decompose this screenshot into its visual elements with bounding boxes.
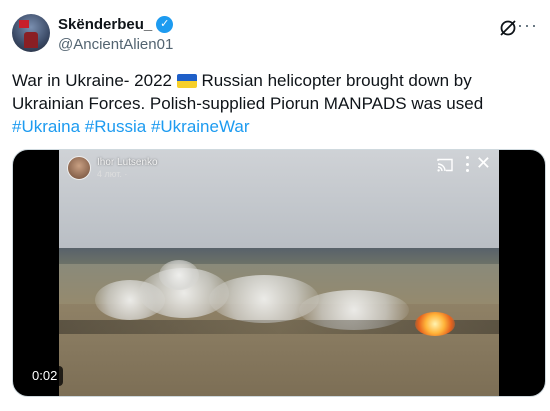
hashtag-russia[interactable]: #Russia [85, 117, 146, 136]
grok-icon[interactable] [498, 18, 518, 38]
ukraine-flag-icon [176, 74, 197, 88]
tweet-text-part-1: War in Ukraine- 2022 [12, 71, 177, 90]
avatar-flag [19, 20, 29, 28]
video-frame[interactable]: Ihor Lutsenko 4 лют. · ✕ [59, 150, 499, 396]
hashtag-ukrainewar[interactable]: #UkraineWar [151, 117, 250, 136]
channel-name[interactable]: Ihor Lutsenko [97, 157, 158, 169]
channel-text: Ihor Lutsenko 4 лют. · [97, 157, 158, 180]
tweet-header: Skënderbeu_ ✓ @AncientAlien01 ··· [12, 12, 538, 60]
explosion-fireball [415, 312, 455, 336]
video-duration-badge: 0:02 [26, 366, 64, 386]
channel-subtitle: 4 лют. · [97, 168, 128, 179]
avatar-figure [24, 32, 38, 48]
video-player[interactable]: Ihor Lutsenko 4 лют. · ✕ 0:02 [12, 149, 546, 397]
channel-avatar[interactable] [67, 156, 91, 180]
author-display-name-row[interactable]: Skënderbeu_ ✓ [58, 15, 174, 34]
more-options-icon[interactable]: ··· [517, 16, 538, 34]
hashtag-ukraina[interactable]: #Ukraina [12, 117, 80, 136]
author-handle[interactable]: @AncientAlien01 [58, 35, 173, 55]
close-icon[interactable]: ✕ [476, 154, 491, 172]
tweet-text: War in Ukraine- 2022 Russian helicopter … [12, 69, 538, 138]
author-avatar[interactable] [12, 14, 50, 52]
author-names: Skënderbeu_ ✓ @AncientAlien01 [58, 15, 173, 55]
video-channel-info[interactable]: Ihor Lutsenko 4 лют. · [67, 156, 158, 180]
author-display-name[interactable]: Skënderbeu_ [58, 15, 152, 34]
cast-icon[interactable] [437, 158, 453, 172]
video-menu-icon[interactable] [465, 156, 469, 172]
video-treeline [59, 248, 499, 264]
smoke-cloud [159, 260, 199, 290]
verified-badge-icon[interactable]: ✓ [156, 16, 174, 33]
